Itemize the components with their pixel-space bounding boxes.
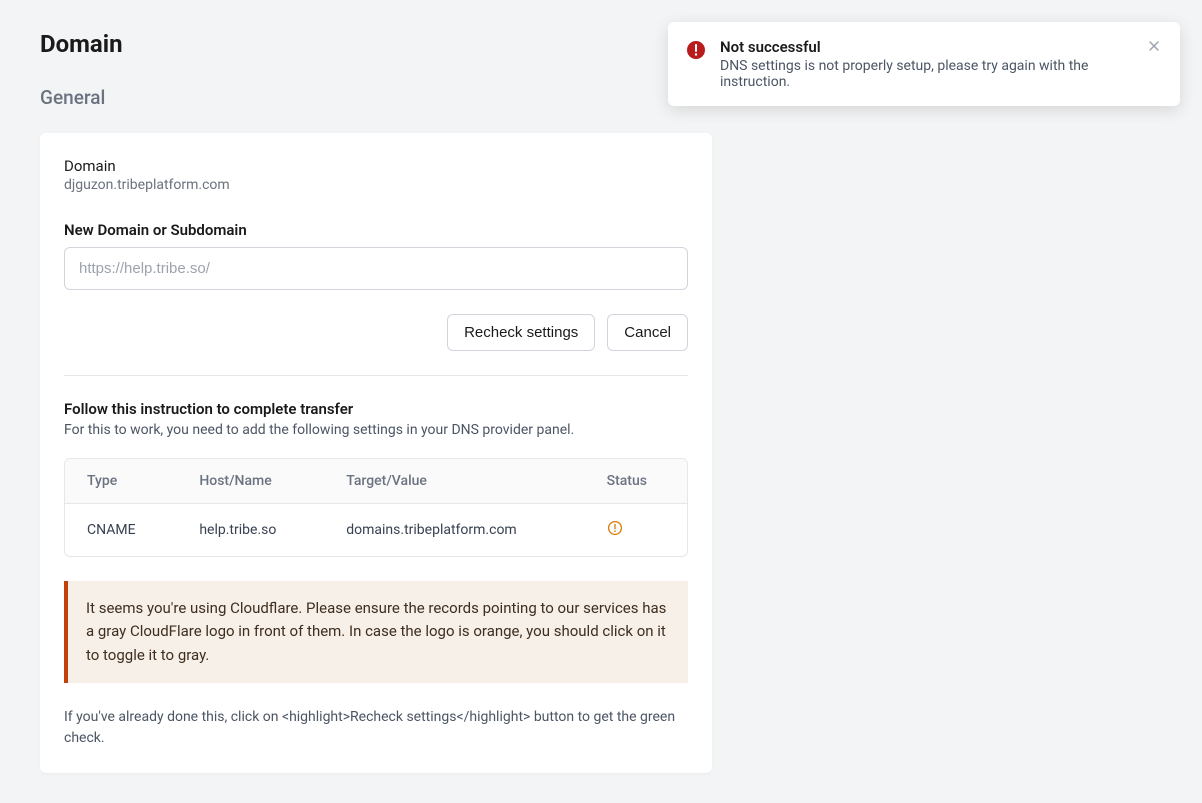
domain-card: Domain djguzon.tribeplatform.com New Dom… — [40, 133, 712, 773]
cell-type: CNAME — [65, 504, 177, 557]
cloudflare-warning: It seems you're using Cloudflare. Please… — [64, 581, 688, 683]
form-actions: Recheck settings Cancel — [64, 314, 688, 376]
footer-note: If you've already done this, click on <h… — [64, 707, 688, 749]
cell-target: domains.tribeplatform.com — [324, 504, 584, 557]
cell-host: help.tribe.so — [177, 504, 324, 557]
domain-current-value: djguzon.tribeplatform.com — [64, 177, 688, 193]
dns-table: Type Host/Name Target/Value Status CNAME… — [64, 458, 688, 557]
table-header-row: Type Host/Name Target/Value Status — [65, 459, 687, 504]
col-type: Type — [65, 459, 177, 504]
toast-close-button[interactable] — [1146, 38, 1162, 57]
warning-icon — [607, 520, 623, 536]
cell-status — [585, 504, 687, 557]
toast-title: Not successful — [720, 38, 1132, 56]
recheck-settings-button[interactable]: Recheck settings — [447, 314, 595, 351]
toast-body: Not successful DNS settings is not prope… — [720, 38, 1132, 90]
domain-label: Domain — [64, 157, 688, 175]
error-toast: Not successful DNS settings is not prope… — [668, 22, 1180, 106]
instruction-title: Follow this instruction to complete tran… — [64, 400, 688, 418]
error-icon — [686, 40, 706, 64]
toast-message: DNS settings is not properly setup, plea… — [720, 58, 1132, 90]
col-target: Target/Value — [324, 459, 584, 504]
col-status: Status — [585, 459, 687, 504]
cancel-button[interactable]: Cancel — [607, 314, 688, 351]
new-domain-input[interactable] — [64, 247, 688, 290]
instruction-description: For this to work, you need to add the fo… — [64, 422, 688, 438]
new-domain-label: New Domain or Subdomain — [64, 221, 688, 239]
table-row: CNAME help.tribe.so domains.tribeplatfor… — [65, 504, 687, 557]
col-host: Host/Name — [177, 459, 324, 504]
close-icon — [1146, 42, 1162, 57]
